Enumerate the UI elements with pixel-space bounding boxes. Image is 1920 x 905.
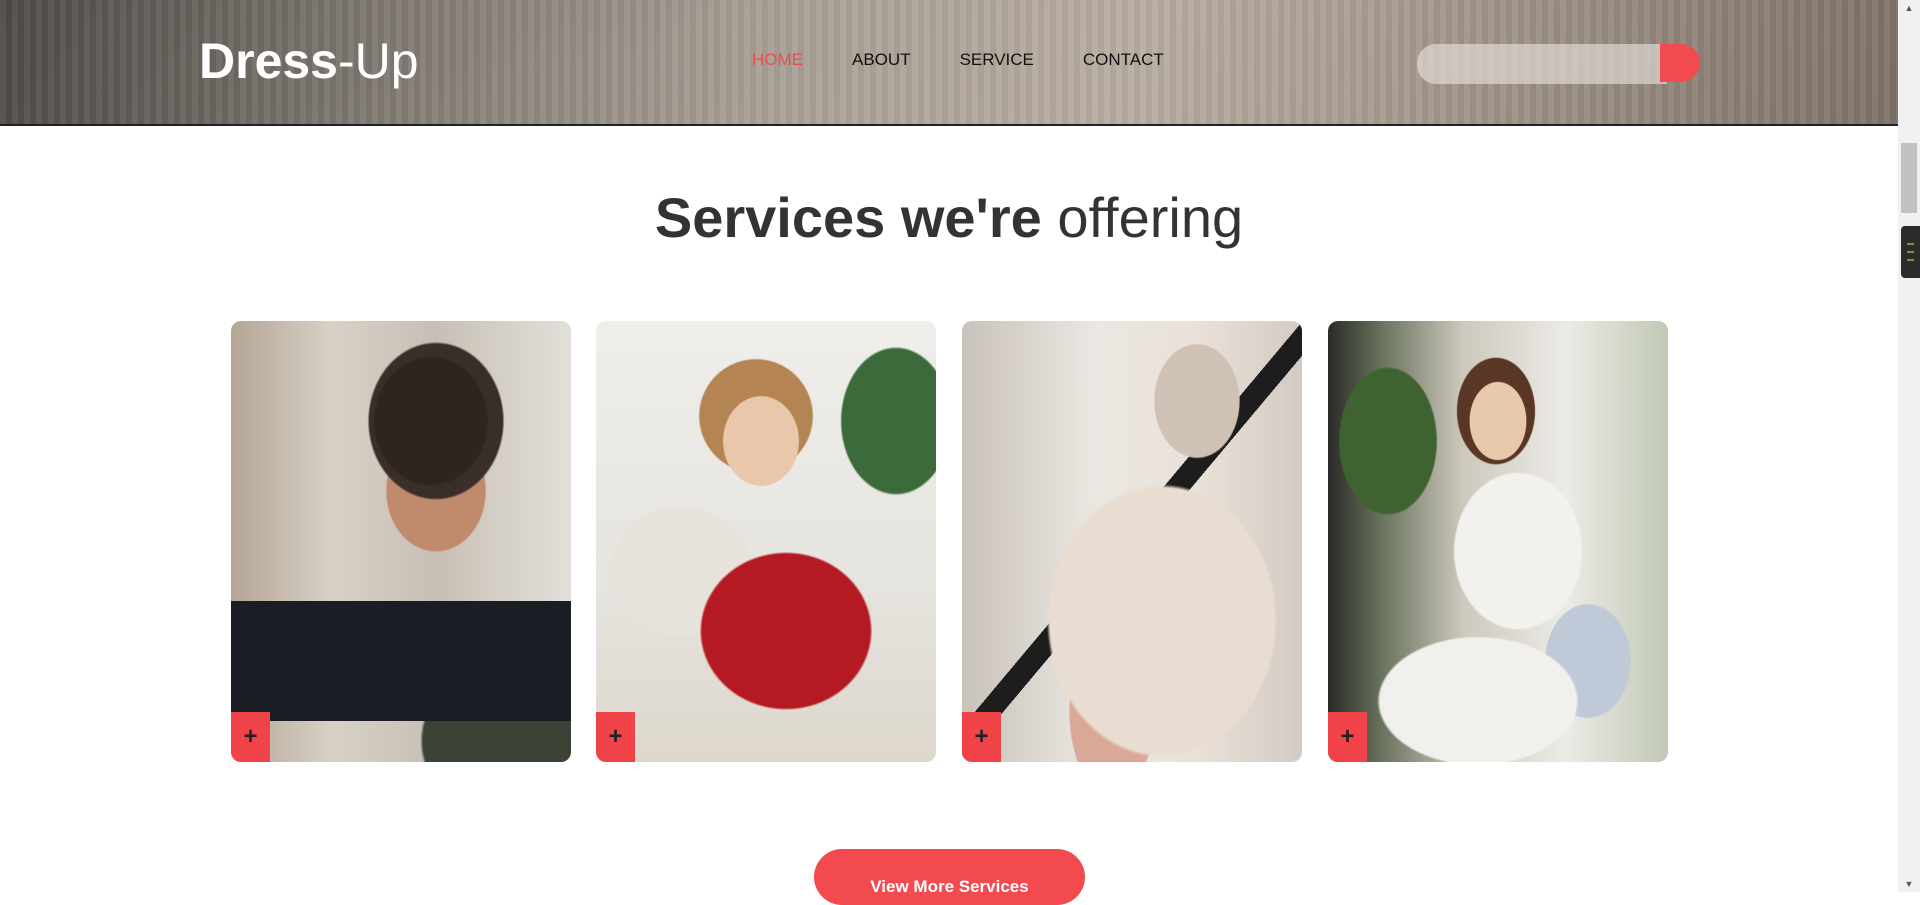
search-button[interactable] [1660,44,1700,82]
side-panel-toggle[interactable] [1901,226,1920,278]
nav-link-home[interactable]: HOME [752,50,803,70]
nav-link-about[interactable]: ABOUT [852,50,911,70]
widget-line-icon [1907,251,1914,253]
widget-line-icon [1907,243,1914,245]
scroll-up-arrow-icon[interactable]: ▲ [1898,0,1920,16]
page-scrollbar[interactable]: ▲ ▼ [1898,0,1920,892]
service-image-tailor-measuring [231,321,571,762]
plus-icon[interactable]: + [1328,712,1367,762]
view-more-services-button[interactable]: View More Services [814,849,1085,905]
service-image-cutting-fabric [962,321,1302,762]
logo-bold-text: Dress [199,33,338,89]
service-card[interactable]: + [231,321,571,762]
service-card[interactable]: + [596,321,936,762]
section-title-light: offering [1057,186,1244,249]
service-card[interactable]: + [1328,321,1668,762]
site-logo[interactable]: Dress-Up [199,32,419,90]
plus-icon[interactable]: + [231,712,270,762]
scroll-down-arrow-icon[interactable]: ▼ [1898,876,1920,892]
service-image-sewing-machine [596,321,936,762]
logo-light-text: -Up [338,33,419,89]
scrollbar-thumb[interactable] [1901,143,1917,213]
section-title-bold: Services we're [654,186,1042,249]
site-header: Dress-Up HOME ABOUT SERVICE CONTACT [0,0,1898,126]
section-title: Services we're offering [0,185,1898,250]
search-form [1417,44,1700,84]
nav-link-contact[interactable]: CONTACT [1083,50,1164,70]
main-nav: HOME ABOUT SERVICE CONTACT [752,50,1213,70]
plus-icon[interactable]: + [962,712,1001,762]
widget-line-icon [1907,259,1914,261]
plus-icon[interactable]: + [596,712,635,762]
search-input[interactable] [1417,44,1667,84]
service-card[interactable]: + [962,321,1302,762]
service-image-hand-sewing [1328,321,1668,762]
nav-link-service[interactable]: SERVICE [960,50,1034,70]
